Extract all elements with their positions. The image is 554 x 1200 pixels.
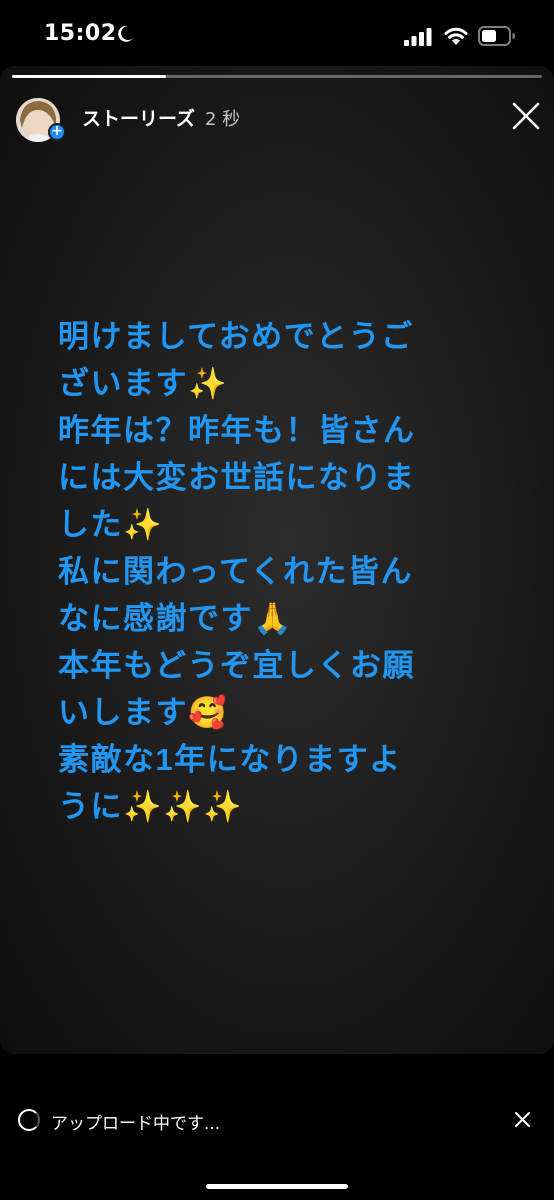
story-text-line: した✨ <box>58 507 164 542</box>
story-text-line: いします🥰 <box>58 695 229 730</box>
battery-icon <box>478 26 515 46</box>
moon-icon <box>118 25 133 42</box>
story-elapsed-time: 2 秒 <box>205 109 241 130</box>
story-progress-bar <box>12 75 542 78</box>
story-text-line: 素敵な1年になりますよ <box>58 742 402 777</box>
story-text-line: うに✨✨✨ <box>58 789 244 824</box>
story-text-line: 私に関わってくれた皆ん <box>58 554 414 589</box>
upload-status-text: アップロード中です... <box>51 1114 221 1134</box>
story-text-line: 本年もどうぞ宜しくお願 <box>58 648 415 683</box>
story-text-line: 昨年は？昨年も！皆さん <box>58 413 416 448</box>
home-indicator <box>206 1184 348 1189</box>
story-progress-fill <box>12 75 166 78</box>
story-user-name[interactable]: ストーリーズ <box>82 104 195 131</box>
close-icon[interactable] <box>510 100 542 132</box>
status-time: 15:02 <box>44 21 117 46</box>
status-bar: 15:02 <box>0 0 554 66</box>
add-story-badge[interactable]: + <box>48 123 66 141</box>
wifi-icon <box>444 27 468 45</box>
upload-bar: アップロード中です... <box>0 1054 554 1200</box>
story-text-line: なに感謝です🙏 <box>58 601 294 636</box>
story-card[interactable]: + ストーリーズ 2 秒 明けましておめでとうご ざいます✨ 昨年は？昨年も！皆さん… <box>0 66 554 1054</box>
signal-icon <box>404 28 432 46</box>
story-text-line: 明けましておめでとうご <box>58 319 414 354</box>
story-text-line: ざいます✨ <box>58 366 229 401</box>
upload-spinner-icon <box>18 1109 40 1131</box>
story-text-line: には大変お世話になりま <box>58 460 416 495</box>
close-icon[interactable] <box>514 1111 531 1128</box>
story-text: 明けましておめでとうご ざいます✨ 昨年は？昨年も！皆さん には大変お世話になりま した… <box>58 313 508 830</box>
